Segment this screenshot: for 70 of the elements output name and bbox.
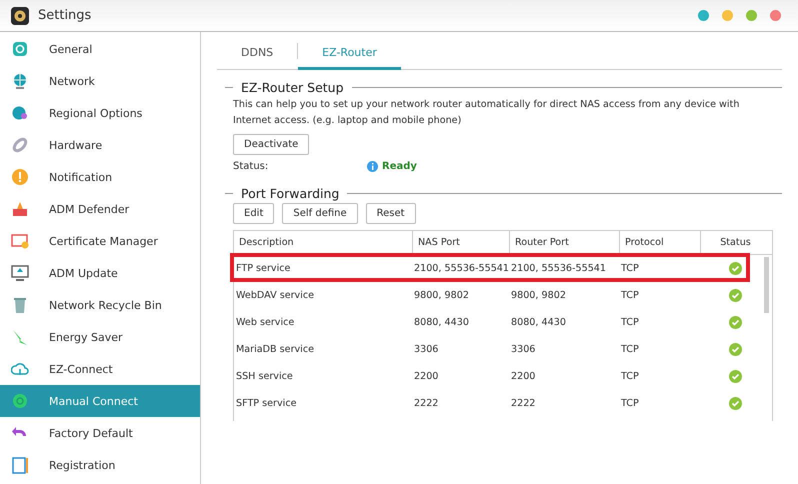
table-cell-text: TCP xyxy=(620,290,640,301)
column-header[interactable]: NAS Port xyxy=(412,231,509,254)
globe-icon xyxy=(11,72,29,90)
table-cell-text: 2222 xyxy=(510,398,536,409)
sidebar-item[interactable]: Notification xyxy=(0,161,200,193)
tab[interactable]: EZ-Router xyxy=(298,37,401,70)
table-cell-text: 8080, 4430 xyxy=(413,317,470,328)
table-cell-text: FTP service xyxy=(235,263,292,274)
cloud-upload-icon xyxy=(11,360,29,378)
column-header[interactable]: Router Port xyxy=(509,231,619,254)
window-control-dot[interactable] xyxy=(722,10,733,21)
tab[interactable]: DDNS xyxy=(217,37,298,70)
table-cell-text: TCP xyxy=(620,344,640,355)
table-cell-text: TCP xyxy=(620,263,640,274)
table-cell-text: 3306 xyxy=(510,344,536,355)
status-value: Ready xyxy=(382,161,417,172)
sidebar-item[interactable]: ADM Defender xyxy=(0,193,200,225)
table-cell-text: 8080, 4430 xyxy=(510,317,567,328)
certificate-icon xyxy=(11,232,29,250)
sidebar-item[interactable]: Energy Saver xyxy=(0,321,200,353)
sidebar-item[interactable]: Manual Connect xyxy=(0,385,200,417)
section-title: EZ-Router Setup xyxy=(241,80,344,95)
table-cell-text: Web service xyxy=(235,317,296,328)
deactivate-button[interactable]: Deactivate xyxy=(233,134,310,155)
toolbar-button[interactable]: Edit xyxy=(233,203,274,224)
sidebar-item[interactable]: Regional Options xyxy=(0,97,200,129)
table-cell-text: SFTP service xyxy=(235,398,298,409)
sidebar-item[interactable]: Registration xyxy=(0,449,200,481)
sidebar-item[interactable]: ADM Update xyxy=(0,257,200,289)
table-cell-text: TCP xyxy=(620,317,640,328)
column-header[interactable]: Status xyxy=(700,231,770,254)
table-cell-text: 9800, 9802 xyxy=(510,290,567,301)
table-cell-text: MariaDB service xyxy=(235,344,316,355)
sidebar-item[interactable]: Network xyxy=(0,65,200,97)
sidebar-item[interactable]: Certificate Manager xyxy=(0,225,200,257)
sidebar-item[interactable]: Factory Default xyxy=(0,417,200,449)
table-cell-text: 2222 xyxy=(413,398,440,409)
table-cell-text: 3306 xyxy=(413,344,440,355)
clipboard-icon xyxy=(11,456,29,474)
bin-icon xyxy=(11,296,29,314)
sidebar-item[interactable]: Hardware xyxy=(0,129,200,161)
table-cell-text: TCP xyxy=(620,371,640,382)
table-cell-text: TCP xyxy=(620,398,640,409)
scrollbar[interactable] xyxy=(764,257,769,313)
sidebar-item[interactable]: General xyxy=(0,33,200,65)
table-cell-text: WebDAV service xyxy=(235,290,316,301)
info-icon xyxy=(367,161,378,172)
window-title: Settings xyxy=(38,8,92,23)
toolbar-button[interactable]: Self define xyxy=(282,203,358,224)
monitor-upload-icon xyxy=(11,264,29,282)
window-control-dot[interactable] xyxy=(698,10,709,21)
column-header[interactable]: Protocol xyxy=(619,231,700,254)
table-cell-text: 2200 xyxy=(510,371,536,382)
window-control-dot[interactable] xyxy=(746,10,757,21)
table-cell-text: SSH service xyxy=(235,371,294,382)
globe-pin-icon xyxy=(11,104,29,122)
alert-icon xyxy=(11,168,29,186)
toolbar-button[interactable]: Reset xyxy=(366,203,416,224)
section-title: Port Forwarding xyxy=(241,186,340,201)
window-control-dot[interactable] xyxy=(770,10,781,21)
status-label: Status: xyxy=(233,161,270,172)
description-text: This can help you to set up your network router automatically for direct NAS access from any device with Internet access. (e.g. laptop and mobile phone) xyxy=(233,98,740,128)
app-logo-icon xyxy=(11,6,29,24)
column-header[interactable]: Description xyxy=(234,231,412,254)
table-cell-text: 2100, 55536-55541 xyxy=(510,263,608,274)
table-cell-text: 2100, 55536-55541 xyxy=(413,263,509,274)
table-cell-text: 9800, 9802 xyxy=(413,290,470,301)
sidebar-item[interactable]: Network Recycle Bin xyxy=(0,289,200,321)
sidebar-item[interactable]: EZ-Connect xyxy=(0,353,200,385)
table-cell-text: 2200 xyxy=(413,371,440,382)
